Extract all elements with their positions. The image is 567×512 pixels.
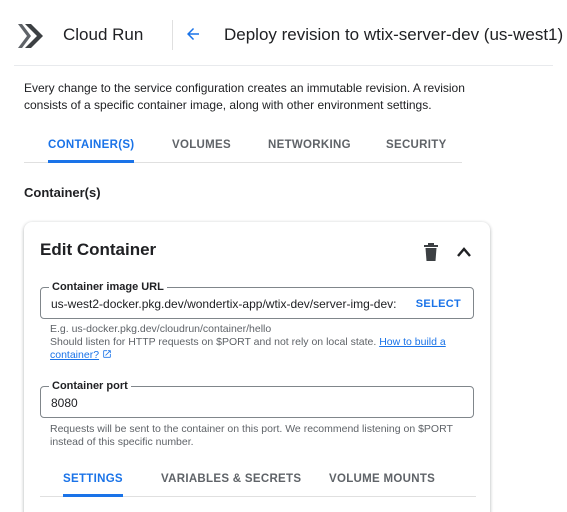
select-image-button[interactable]: SELECT	[416, 296, 461, 312]
container-port-field[interactable]: Container port 8080	[40, 379, 474, 418]
image-url-hint: E.g. us-docker.pkg.dev/cloudrun/containe…	[50, 323, 460, 362]
tab-volumes[interactable]: VOLUMES	[172, 136, 231, 162]
image-url-example: E.g. us-docker.pkg.dev/cloudrun/containe…	[50, 323, 272, 335]
edit-container-card	[24, 222, 490, 512]
page-title: Deploy revision to wtix-server-dev (us-w…	[224, 25, 564, 44]
back-button[interactable]	[181, 22, 205, 46]
tab-containers[interactable]: CONTAINER(S)	[48, 136, 135, 163]
container-image-url-input[interactable]: us-west2-docker.pkg.dev/wondertix-app/wt…	[51, 296, 397, 312]
app-header: Cloud Run Deploy revision to wtix-server…	[0, 0, 567, 66]
revision-tabs: CONTAINER(S) VOLUMES NETWORKING SECURITY	[24, 136, 462, 163]
chevron-up-icon[interactable]	[456, 245, 472, 259]
container-port-label: Container port	[49, 379, 131, 393]
intro-text: Every change to the service configuratio…	[24, 81, 465, 112]
cloud-run-logo[interactable]	[18, 24, 48, 48]
arrow-back-icon	[187, 28, 199, 40]
header-separator	[172, 20, 173, 50]
subtab-variables-secrets[interactable]: VARIABLES & SECRETS	[161, 470, 301, 496]
container-image-url-label: Container image URL	[49, 280, 167, 294]
card-title: Edit Container	[40, 240, 157, 259]
header-divider	[14, 65, 553, 66]
container-port-input[interactable]: 8080	[51, 395, 251, 411]
container-subtabs: SETTINGS VARIABLES & SECRETS VOLUME MOUN…	[40, 470, 476, 497]
open-in-new-icon	[103, 350, 111, 358]
container-port-hint: Requests will be sent to the container o…	[50, 423, 453, 448]
image-url-note: Should listen for HTTP requests on $PORT…	[50, 336, 460, 362]
tab-security[interactable]: SECURITY	[386, 136, 447, 162]
container-image-url-field[interactable]: Container image URL us-west2-docker.pkg.…	[40, 280, 474, 319]
section-heading: Container(s)	[24, 185, 101, 200]
tab-networking[interactable]: NETWORKING	[268, 136, 351, 162]
delete-icon[interactable]	[423, 243, 439, 261]
product-name[interactable]: Cloud Run	[63, 24, 143, 46]
subtab-volume-mounts[interactable]: VOLUME MOUNTS	[329, 470, 435, 496]
image-url-note-text: Should listen for HTTP requests on $PORT…	[50, 336, 380, 348]
subtab-settings[interactable]: SETTINGS	[63, 470, 123, 497]
